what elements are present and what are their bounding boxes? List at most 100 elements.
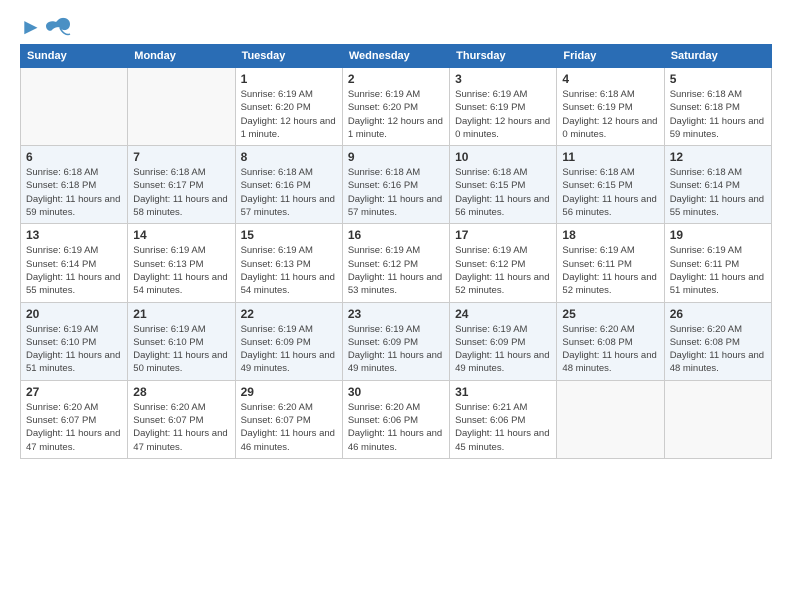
day-number: 22 — [241, 307, 337, 321]
day-number: 16 — [348, 228, 444, 242]
day-number: 29 — [241, 385, 337, 399]
day-info: Sunrise: 6:19 AMSunset: 6:19 PMDaylight:… — [455, 88, 551, 141]
day-number: 1 — [241, 72, 337, 86]
day-info: Sunrise: 6:19 AMSunset: 6:12 PMDaylight:… — [348, 244, 444, 297]
day-number: 11 — [562, 150, 658, 164]
day-cell: 19Sunrise: 6:19 AMSunset: 6:11 PMDayligh… — [664, 224, 771, 302]
day-info: Sunrise: 6:20 AMSunset: 6:07 PMDaylight:… — [241, 401, 337, 454]
day-cell: 31 Sunrise: 6:21 AMSunset: 6:06 PMDayligh… — [450, 380, 557, 458]
day-cell: 24Sunrise: 6:19 AMSunset: 6:09 PMDayligh… — [450, 302, 557, 380]
day-cell — [664, 380, 771, 458]
day-info: Sunrise: 6:18 AMSunset: 6:16 PMDaylight:… — [241, 166, 337, 219]
day-number: 13 — [26, 228, 122, 242]
day-cell — [21, 68, 128, 146]
day-info: Sunrise: 6:18 AMSunset: 6:18 PMDaylight:… — [670, 88, 766, 141]
day-number: 12 — [670, 150, 766, 164]
header: ► — [20, 16, 772, 34]
day-info: Sunrise: 6:20 AMSunset: 6:08 PMDaylight:… — [562, 323, 658, 376]
day-number: 8 — [241, 150, 337, 164]
day-cell: 22 Sunrise: 6:19 AMSunset: 6:09 PMDayligh… — [235, 302, 342, 380]
day-info: Sunrise: 6:19 AMSunset: 6:13 PMDaylight:… — [241, 244, 337, 297]
weekday-header-friday: Friday — [557, 45, 664, 68]
day-number: 27 — [26, 385, 122, 399]
week-row-3: 13 Sunrise: 6:19 AMSunset: 6:14 PMDayligh… — [21, 224, 772, 302]
day-info: Sunrise: 6:19 AMSunset: 6:09 PMDaylight:… — [455, 323, 551, 376]
day-info: Sunrise: 6:21 AMSunset: 6:06 PMDaylight:… — [455, 401, 551, 454]
weekday-header-sunday: Sunday — [21, 45, 128, 68]
weekday-header-tuesday: Tuesday — [235, 45, 342, 68]
day-cell: 4 Sunrise: 6:18 AMSunset: 6:19 PMDaylight… — [557, 68, 664, 146]
day-info: Sunrise: 6:18 AMSunset: 6:14 PMDaylight:… — [670, 166, 766, 219]
day-info: Sunrise: 6:19 AMSunset: 6:20 PMDaylight:… — [348, 88, 444, 141]
day-cell: 10 Sunrise: 6:18 AMSunset: 6:15 PMDayligh… — [450, 146, 557, 224]
day-cell: 27 Sunrise: 6:20 AMSunset: 6:07 PMDayligh… — [21, 380, 128, 458]
day-cell: 8 Sunrise: 6:18 AMSunset: 6:16 PMDaylight… — [235, 146, 342, 224]
day-info: Sunrise: 6:20 AMSunset: 6:07 PMDaylight:… — [26, 401, 122, 454]
logo: ► — [20, 16, 72, 34]
day-cell: 15 Sunrise: 6:19 AMSunset: 6:13 PMDayligh… — [235, 224, 342, 302]
day-cell: 13 Sunrise: 6:19 AMSunset: 6:14 PMDayligh… — [21, 224, 128, 302]
day-info: Sunrise: 6:18 AMSunset: 6:15 PMDaylight:… — [455, 166, 551, 219]
day-info: Sunrise: 6:20 AMSunset: 6:07 PMDaylight:… — [133, 401, 229, 454]
day-number: 3 — [455, 72, 551, 86]
week-row-4: 20 Sunrise: 6:19 AMSunset: 6:10 PMDayligh… — [21, 302, 772, 380]
day-number: 18 — [562, 228, 658, 242]
day-cell: 1 Sunrise: 6:19 AMSunset: 6:20 PMDaylight… — [235, 68, 342, 146]
day-cell: 30 Sunrise: 6:20 AMSunset: 6:06 PMDayligh… — [342, 380, 449, 458]
day-info: Sunrise: 6:19 AMSunset: 6:09 PMDaylight:… — [348, 323, 444, 376]
day-cell: 6 Sunrise: 6:18 AMSunset: 6:18 PMDaylight… — [21, 146, 128, 224]
calendar-page: ► SundayMondayTuesdayWednesdayThursdayFr… — [0, 0, 792, 612]
day-cell: 2 Sunrise: 6:19 AMSunset: 6:20 PMDaylight… — [342, 68, 449, 146]
day-cell: 17Sunrise: 6:19 AMSunset: 6:12 PMDayligh… — [450, 224, 557, 302]
day-info: Sunrise: 6:19 AMSunset: 6:09 PMDaylight:… — [241, 323, 337, 376]
day-cell: 21 Sunrise: 6:19 AMSunset: 6:10 PMDayligh… — [128, 302, 235, 380]
day-number: 20 — [26, 307, 122, 321]
day-cell: 23Sunrise: 6:19 AMSunset: 6:09 PMDayligh… — [342, 302, 449, 380]
day-number: 6 — [26, 150, 122, 164]
day-cell: 18Sunrise: 6:19 AMSunset: 6:11 PMDayligh… — [557, 224, 664, 302]
week-row-2: 6 Sunrise: 6:18 AMSunset: 6:18 PMDaylight… — [21, 146, 772, 224]
day-info: Sunrise: 6:18 AMSunset: 6:19 PMDaylight:… — [562, 88, 658, 141]
day-cell: 3 Sunrise: 6:19 AMSunset: 6:19 PMDaylight… — [450, 68, 557, 146]
logo-bird-icon — [44, 16, 72, 38]
day-cell: 26 Sunrise: 6:20 AMSunset: 6:08 PMDayligh… — [664, 302, 771, 380]
day-cell: 7 Sunrise: 6:18 AMSunset: 6:17 PMDaylight… — [128, 146, 235, 224]
day-cell: 14 Sunrise: 6:19 AMSunset: 6:13 PMDayligh… — [128, 224, 235, 302]
day-cell: 20Sunrise: 6:19 AMSunset: 6:10 PMDayligh… — [21, 302, 128, 380]
day-number: 2 — [348, 72, 444, 86]
day-number: 4 — [562, 72, 658, 86]
weekday-header-thursday: Thursday — [450, 45, 557, 68]
day-info: Sunrise: 6:19 AMSunset: 6:14 PMDaylight:… — [26, 244, 122, 297]
day-number: 10 — [455, 150, 551, 164]
day-info: Sunrise: 6:20 AMSunset: 6:08 PMDaylight:… — [670, 323, 766, 376]
day-number: 5 — [670, 72, 766, 86]
day-info: Sunrise: 6:18 AMSunset: 6:18 PMDaylight:… — [26, 166, 122, 219]
day-info: Sunrise: 6:19 AMSunset: 6:11 PMDaylight:… — [670, 244, 766, 297]
day-number: 17 — [455, 228, 551, 242]
day-cell: 11Sunrise: 6:18 AMSunset: 6:15 PMDayligh… — [557, 146, 664, 224]
day-info: Sunrise: 6:18 AMSunset: 6:17 PMDaylight:… — [133, 166, 229, 219]
day-number: 30 — [348, 385, 444, 399]
day-number: 9 — [348, 150, 444, 164]
day-cell: 29 Sunrise: 6:20 AMSunset: 6:07 PMDayligh… — [235, 380, 342, 458]
weekday-header-monday: Monday — [128, 45, 235, 68]
day-cell: 16 Sunrise: 6:19 AMSunset: 6:12 PMDayligh… — [342, 224, 449, 302]
week-row-1: 1 Sunrise: 6:19 AMSunset: 6:20 PMDaylight… — [21, 68, 772, 146]
day-number: 25 — [562, 307, 658, 321]
day-info: Sunrise: 6:20 AMSunset: 6:06 PMDaylight:… — [348, 401, 444, 454]
weekday-header-wednesday: Wednesday — [342, 45, 449, 68]
day-info: Sunrise: 6:19 AMSunset: 6:13 PMDaylight:… — [133, 244, 229, 297]
day-cell — [557, 380, 664, 458]
day-number: 7 — [133, 150, 229, 164]
calendar-table: SundayMondayTuesdayWednesdayThursdayFrid… — [20, 44, 772, 459]
weekday-header-saturday: Saturday — [664, 45, 771, 68]
day-number: 26 — [670, 307, 766, 321]
day-number: 21 — [133, 307, 229, 321]
week-row-5: 27 Sunrise: 6:20 AMSunset: 6:07 PMDayligh… — [21, 380, 772, 458]
day-number: 15 — [241, 228, 337, 242]
day-number: 31 — [455, 385, 551, 399]
day-info: Sunrise: 6:19 AMSunset: 6:10 PMDaylight:… — [133, 323, 229, 376]
day-number: 14 — [133, 228, 229, 242]
day-cell — [128, 68, 235, 146]
day-info: Sunrise: 6:19 AMSunset: 6:20 PMDaylight:… — [241, 88, 337, 141]
